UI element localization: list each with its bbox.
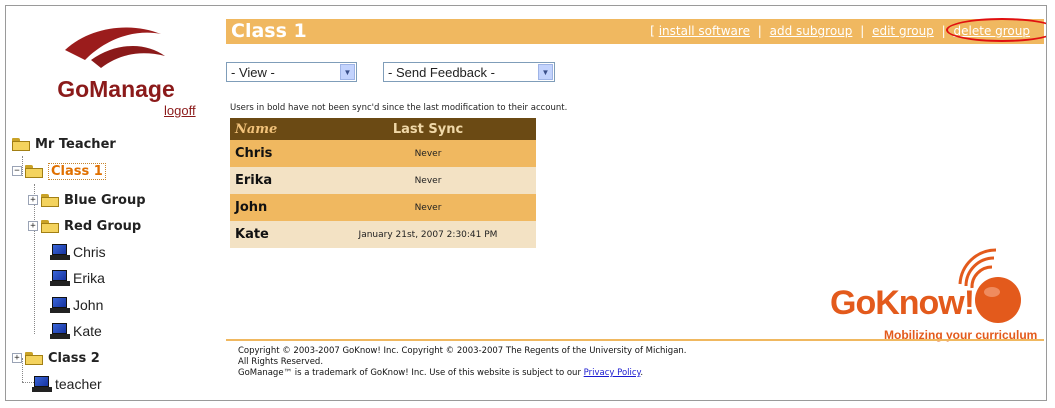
computer-icon	[50, 243, 70, 261]
footer-trademark-text: GoManage™ is a trademark of GoKnow! Inc.…	[238, 368, 581, 378]
tree-item-mr-teacher[interactable]: Mr Teacher	[12, 133, 116, 155]
table-row[interactable]: John Never	[230, 194, 536, 221]
tree-label: Kate	[73, 323, 102, 339]
goknow-brand-name: GoKnow!	[830, 284, 975, 322]
tree-label: Class 2	[48, 350, 100, 366]
tree-label: Erika	[73, 270, 105, 286]
cell-last-sync: January 21st, 2007 2:30:41 PM	[320, 221, 536, 248]
footer-trademark: GoManage™ is a trademark of GoKnow! Inc.…	[238, 368, 687, 379]
folder-icon	[25, 351, 43, 365]
privacy-policy-link[interactable]: Privacy Policy	[584, 368, 641, 378]
tree-item-class-1[interactable]: − Class 1	[12, 160, 106, 182]
footer: Copyright © 2003-2007 GoKnow! Inc. Copyr…	[238, 346, 687, 379]
feedback-select-value: - Send Feedback -	[388, 64, 495, 80]
separator: |	[860, 24, 865, 38]
folder-icon	[41, 219, 59, 233]
folder-icon	[41, 193, 59, 207]
tree-item-student[interactable]: Kate	[50, 320, 102, 342]
dropdown-arrow-icon[interactable]: ▼	[340, 64, 355, 80]
highlight-circle	[945, 18, 1046, 42]
view-select-value: - View -	[231, 64, 275, 80]
gomanage-logo: GoManage	[51, 20, 191, 110]
bracket: [	[650, 24, 655, 38]
tree-label: teacher	[55, 376, 102, 392]
title-bar: Class 1 [ install software | add subgrou…	[226, 18, 1046, 44]
footer-period: .	[640, 368, 644, 378]
tree-item-student[interactable]: John	[50, 294, 103, 316]
table-row[interactable]: Chris Never	[230, 140, 536, 167]
cell-last-sync: Never	[320, 140, 536, 167]
folder-icon	[25, 164, 43, 178]
folder-icon	[12, 137, 30, 151]
add-subgroup-link[interactable]: add subgroup	[770, 24, 853, 38]
table-row[interactable]: Erika Never	[230, 167, 536, 194]
footer-copyright: Copyright © 2003-2007 GoKnow! Inc. Copyr…	[238, 346, 687, 356]
tree-item-class-2[interactable]: + Class 2	[12, 347, 100, 369]
tree-item-blue-group[interactable]: + Blue Group	[28, 189, 146, 211]
logo-text: GoManage	[57, 76, 175, 102]
column-header-name[interactable]: Name	[230, 118, 320, 140]
edit-group-link[interactable]: edit group	[872, 24, 934, 38]
sync-table: Name Last Sync Chris Never Erika Never J…	[230, 118, 536, 248]
footer-divider	[226, 339, 1044, 341]
gomanage-logo-icon	[65, 27, 165, 68]
group-actions: [ install software | add subgroup | edit…	[650, 18, 1046, 42]
tree-label: Blue Group	[64, 192, 146, 208]
tree-label: Mr Teacher	[35, 136, 116, 152]
expand-plus-icon[interactable]: +	[12, 353, 22, 363]
send-feedback-select[interactable]: - Send Feedback - ▼	[383, 62, 555, 82]
cell-name: Kate	[230, 221, 320, 248]
tree-label-selected: Class 1	[48, 162, 106, 180]
cell-last-sync: Never	[320, 194, 536, 221]
tree-item-red-group[interactable]: + Red Group	[28, 215, 141, 237]
tree-item-student[interactable]: Erika	[50, 267, 105, 289]
sync-hint: Users in bold have not been sync'd since…	[230, 103, 568, 113]
view-select[interactable]: - View - ▼	[226, 62, 357, 82]
goknow-logo: GoKnow! Mobilizing your curriculum	[828, 244, 1044, 344]
expand-plus-icon[interactable]: +	[28, 221, 38, 231]
expand-plus-icon[interactable]: +	[28, 195, 38, 205]
table-row[interactable]: Kate January 21st, 2007 2:30:41 PM	[230, 221, 536, 248]
page-title: Class 1	[231, 20, 307, 42]
table-header-row: Name Last Sync	[230, 118, 536, 140]
page-frame: GoManage logoff Mr Teacher − Class 1 + B…	[5, 5, 1047, 401]
cell-last-sync: Never	[320, 167, 536, 194]
computer-icon	[50, 296, 70, 314]
computer-icon	[50, 322, 70, 340]
column-header-last-sync[interactable]: Last Sync	[320, 118, 536, 140]
tree-item-student[interactable]: Chris	[50, 241, 106, 263]
tree-label: Chris	[73, 244, 106, 260]
footer-rights: All Rights Reserved.	[238, 357, 324, 367]
computer-icon	[50, 269, 70, 287]
tree-item-teacher[interactable]: teacher	[32, 373, 102, 395]
collapse-minus-icon[interactable]: −	[12, 166, 22, 176]
separator: |	[757, 24, 762, 38]
dropdown-arrow-icon[interactable]: ▼	[538, 64, 553, 80]
cell-name: Erika	[230, 167, 320, 194]
tree-label: John	[73, 297, 104, 313]
computer-icon	[32, 375, 52, 393]
install-software-link[interactable]: install software	[659, 24, 750, 38]
logoff-link[interactable]: logoff	[164, 103, 196, 118]
cell-name: John	[230, 194, 320, 221]
separator: |	[941, 24, 946, 38]
cell-name: Chris	[230, 140, 320, 167]
delete-group-highlight: delete group	[945, 18, 1046, 42]
sidebar: GoManage logoff Mr Teacher − Class 1 + B…	[6, 6, 218, 400]
tree-label: Red Group	[64, 218, 142, 234]
